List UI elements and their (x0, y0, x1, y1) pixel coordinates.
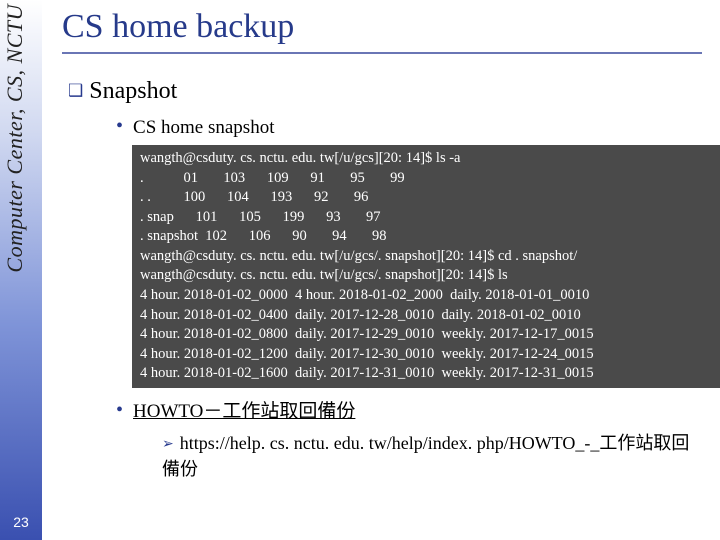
side-strip: Computer Center, CS, NCTU (0, 0, 42, 540)
page-title: CS home backup (62, 8, 712, 46)
triangle-bullet-icon: ➢ (162, 437, 174, 452)
bullet-snapshot-sub: • CS home snapshot (116, 115, 712, 139)
terminal-line: wangth@csduty. cs. nctu. edu. tw[/u/gcs/… (140, 248, 577, 264)
dot-bullet-icon: • (116, 115, 123, 137)
title-rule (62, 52, 702, 54)
terminal-line: 4 hour. 2018-01-02_1600 daily. 2017-12-3… (140, 365, 594, 381)
bullet-snapshot-label: Snapshot (89, 78, 177, 104)
dot-bullet-icon: • (116, 399, 123, 422)
content-area: CS home backup ❑ Snapshot • CS home snapsh… (62, 8, 712, 481)
side-org-text: Computer Center, CS, NCTU (2, 4, 28, 273)
terminal-line: 4 hour. 2018-01-02_0000 4 hour. 2018-01-… (140, 287, 589, 303)
page-number: 23 (0, 514, 42, 530)
bullet-howto: • HOWTO－工作站取回備份 (116, 396, 712, 423)
terminal-block: wangth@csduty. cs. nctu. edu. tw[/u/gcs]… (132, 145, 720, 388)
square-bullet-icon: ❑ (68, 81, 83, 100)
bullet-howto-label[interactable]: HOWTO－工作站取回備份 (133, 401, 355, 422)
terminal-line: . snapshot 102 106 90 94 98 (140, 228, 387, 244)
slide: Computer Center, CS, NCTU 23 CS home bac… (0, 0, 720, 540)
terminal-line: 4 hour. 2018-01-02_0800 daily. 2017-12-2… (140, 326, 594, 342)
bullet-snapshot: ❑ Snapshot (68, 78, 712, 105)
howto-url-text[interactable]: https://help. cs. nctu. edu. tw/help/ind… (162, 433, 689, 479)
bullet-howto-url: ➢https://help. cs. nctu. edu. tw/help/in… (162, 429, 712, 481)
terminal-line: 4 hour. 2018-01-02_0400 daily. 2017-12-2… (140, 307, 581, 323)
terminal-line: . snap 101 105 199 93 97 (140, 209, 380, 225)
bullet-snapshot-sub-label: CS home snapshot (133, 117, 274, 138)
terminal-line: wangth@csduty. cs. nctu. edu. tw[/u/gcs]… (140, 150, 460, 166)
terminal-line: 4 hour. 2018-01-02_1200 daily. 2017-12-3… (140, 346, 594, 362)
terminal-line: wangth@csduty. cs. nctu. edu. tw[/u/gcs/… (140, 267, 508, 283)
terminal-line: . . 100 104 193 92 96 (140, 189, 368, 205)
terminal-line: . 01 103 109 91 95 99 (140, 170, 405, 186)
